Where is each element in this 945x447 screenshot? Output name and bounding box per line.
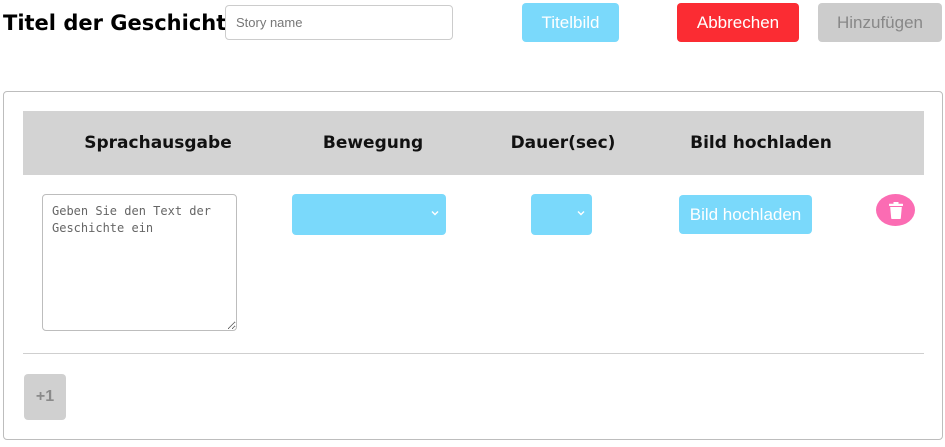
story-panel: Sprachausgabe Bewegung Dauer(sec) Bild h… [3,91,943,440]
story-name-input[interactable] [225,5,453,40]
cancel-button[interactable]: Abbrechen [677,3,799,42]
upload-image-button[interactable]: Bild hochladen [679,195,812,234]
column-header-duration: Dauer(sec) [510,133,616,153]
chevron-down-icon [577,211,585,216]
duration-select[interactable] [531,194,592,235]
column-header-movement: Bewegung [322,133,424,153]
column-header-speech: Sprachausgabe [84,133,232,153]
movement-select[interactable] [292,194,446,235]
chevron-down-icon [431,211,439,216]
row-divider [23,353,924,354]
table-header: Sprachausgabe Bewegung Dauer(sec) Bild h… [23,111,924,175]
column-header-upload: Bild hochladen [690,133,832,153]
speech-textarea[interactable] [42,194,237,331]
add-row-button[interactable]: +1 [24,374,66,420]
page-title: Titel der Geschichte [3,11,241,35]
trash-icon [888,201,903,219]
delete-row-button[interactable] [876,194,915,226]
cover-image-button[interactable]: Titelbild [522,3,619,42]
add-button[interactable]: Hinzufügen [818,3,942,42]
